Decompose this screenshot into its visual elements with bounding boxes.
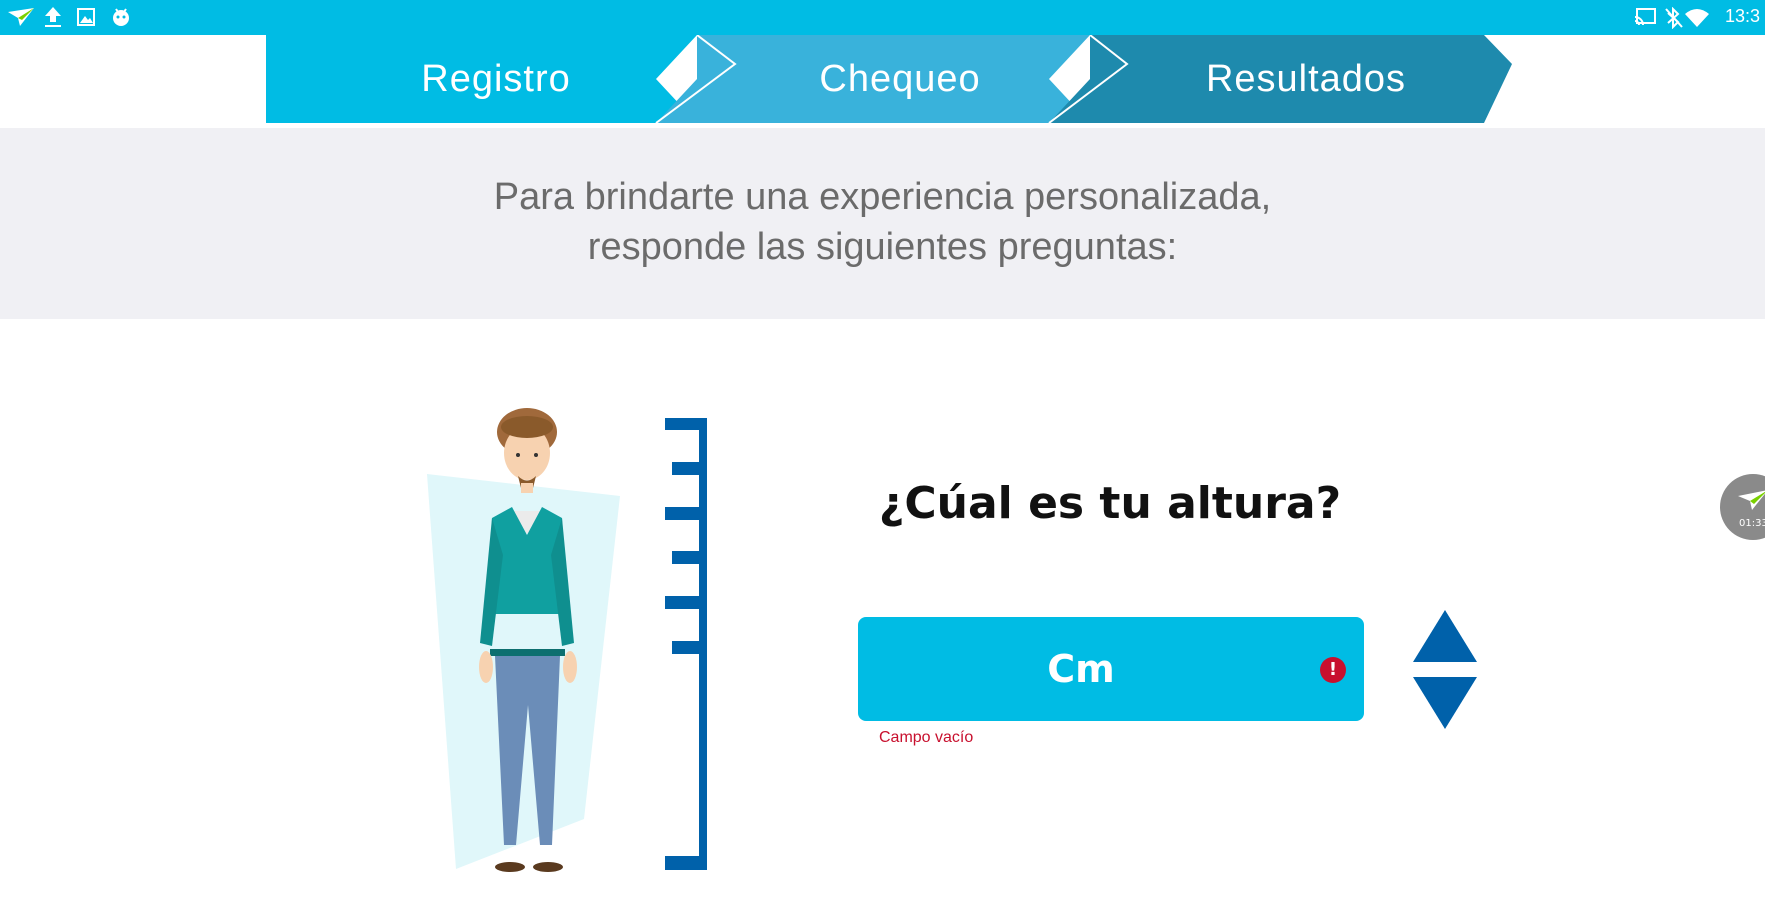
arrow-up-icon <box>1413 610 1477 662</box>
step-registro[interactable]: Registro <box>300 35 692 123</box>
arrow-down-icon <box>1413 677 1477 729</box>
error-icon: ! <box>1320 657 1346 683</box>
image-icon <box>77 8 95 26</box>
clock: 13:3 <box>1725 6 1761 26</box>
instructions-line-1: Para brindarte una experiencia personali… <box>493 176 1272 218</box>
question-title: ¿Cúal es tu altura? <box>878 478 1342 529</box>
android-icon <box>113 8 129 26</box>
upload-icon <box>45 7 61 27</box>
paper-plane-icon <box>1738 490 1765 510</box>
step-resultados[interactable]: Resultados <box>1127 35 1485 123</box>
status-bar: 13:3 <box>0 0 1765 35</box>
floating-timer: 01:33 <box>1739 518 1765 529</box>
wifi-icon <box>1685 9 1709 27</box>
step-chequeo[interactable]: Chequeo <box>735 35 1065 123</box>
progress-steps: Registro Chequeo Resultados <box>0 35 1765 123</box>
instructions-line-2: responde las siguientes preguntas: <box>587 226 1178 268</box>
cast-icon <box>1634 8 1656 26</box>
increase-height-button[interactable] <box>1413 610 1477 666</box>
height-input[interactable] <box>858 617 1364 721</box>
paper-plane-icon <box>8 8 34 26</box>
decrease-height-button[interactable] <box>1413 673 1477 729</box>
bluetooth-icon <box>1665 7 1683 29</box>
floating-recorder-button[interactable] <box>1720 474 1765 540</box>
instructions-band: Para brindarte una experiencia personali… <box>0 128 1765 319</box>
height-illustration <box>427 408 707 872</box>
error-message: Campo vacío <box>879 729 974 746</box>
